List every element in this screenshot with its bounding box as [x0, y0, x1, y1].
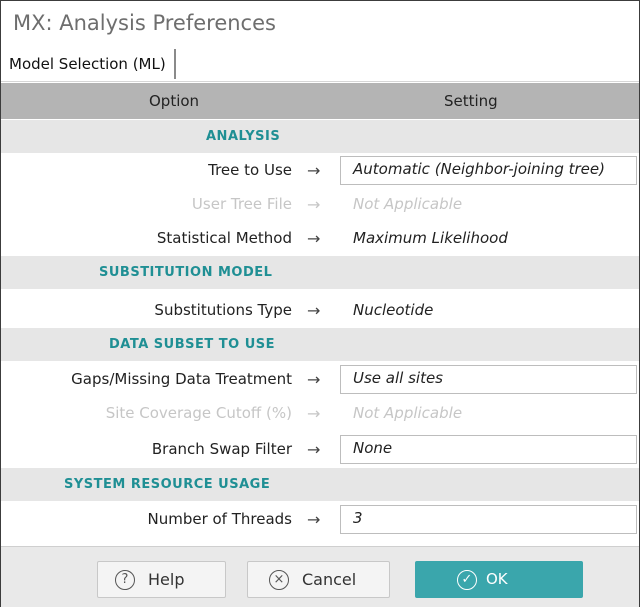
section-label: DATA SUBSET TO USE: [109, 337, 275, 352]
arrow-right-icon: →: [307, 510, 321, 529]
option-label: Branch Swap Filter: [151, 440, 292, 458]
setting-value: None: [353, 439, 393, 457]
option-label: Number of Threads: [147, 510, 292, 528]
option-label: Tree to Use: [208, 161, 292, 179]
threads-input[interactable]: 3: [340, 505, 637, 534]
cancel-button-label: Cancel: [302, 570, 357, 589]
option-label: Substitutions Type: [154, 301, 292, 319]
help-button-label: Help: [148, 570, 185, 589]
setting-value: Maximum Likelihood: [353, 229, 508, 247]
header-option: Option: [149, 92, 200, 110]
close-icon: ×: [269, 570, 289, 590]
arrow-right-icon: →: [307, 440, 321, 459]
branch-swap-select[interactable]: None: [340, 435, 637, 464]
row-branch-swap: Branch Swap Filter → None: [1, 433, 639, 466]
row-number-of-threads: Number of Threads → 3: [1, 503, 639, 536]
setting-value: Automatic (Neighbor-joining tree): [353, 160, 605, 178]
setting-value: Not Applicable: [353, 404, 463, 422]
arrow-right-icon: →: [307, 370, 321, 389]
section-data-subset: DATA SUBSET TO USE: [1, 328, 639, 361]
option-label: Statistical Method: [156, 229, 292, 247]
row-substitutions-type: Substitutions Type → Nucleotide: [1, 294, 639, 327]
table-header: Option Setting: [1, 83, 639, 119]
preferences-window: MX: Analysis Preferences Model Selection…: [0, 0, 640, 607]
setting-value: Not Applicable: [353, 195, 463, 213]
gaps-treatment-select[interactable]: Use all sites: [340, 365, 637, 394]
help-icon: ?: [115, 570, 135, 590]
setting-value: Nucleotide: [353, 301, 434, 319]
header-setting: Setting: [444, 92, 498, 110]
arrow-right-icon: →: [307, 229, 321, 248]
section-system-resource: SYSTEM RESOURCE USAGE: [1, 468, 639, 501]
tab-bar: Model Selection (ML): [1, 45, 639, 82]
setting-value: 3: [353, 509, 363, 527]
tree-to-use-select[interactable]: Automatic (Neighbor-joining tree): [340, 156, 637, 185]
tab-model-selection[interactable]: Model Selection (ML): [7, 49, 176, 79]
option-label: Site Coverage Cutoff (%): [105, 404, 292, 422]
arrow-right-icon: →: [307, 404, 321, 423]
cancel-button[interactable]: × Cancel: [247, 561, 390, 598]
setting-value: Use all sites: [353, 369, 443, 387]
option-label: User Tree File: [191, 195, 292, 213]
row-site-coverage: Site Coverage Cutoff (%) → Not Applicabl…: [1, 397, 639, 430]
row-statistical-method: Statistical Method → Maximum Likelihood: [1, 222, 639, 255]
section-label: SYSTEM RESOURCE USAGE: [64, 477, 271, 492]
help-button[interactable]: ? Help: [97, 561, 226, 598]
check-icon: ✓: [457, 570, 477, 590]
dialog-footer: ? Help × Cancel ✓ OK: [1, 546, 639, 607]
section-label: ANALYSIS: [206, 129, 281, 144]
arrow-right-icon: →: [307, 195, 321, 214]
window-title: MX: Analysis Preferences: [13, 11, 276, 35]
option-label: Gaps/Missing Data Treatment: [71, 370, 292, 388]
row-user-tree-file: User Tree File → Not Applicable: [1, 188, 639, 221]
section-substitution-model: SUBSTITUTION MODEL: [1, 256, 639, 289]
ok-button[interactable]: ✓ OK: [415, 561, 583, 598]
row-gaps-missing: Gaps/Missing Data Treatment → Use all si…: [1, 363, 639, 396]
arrow-right-icon: →: [307, 301, 321, 320]
section-analysis: ANALYSIS: [1, 120, 639, 153]
ok-button-label: OK: [486, 570, 508, 588]
arrow-right-icon: →: [307, 161, 321, 180]
row-tree-to-use: Tree to Use → Automatic (Neighbor-joinin…: [1, 154, 639, 187]
section-label: SUBSTITUTION MODEL: [99, 265, 273, 280]
